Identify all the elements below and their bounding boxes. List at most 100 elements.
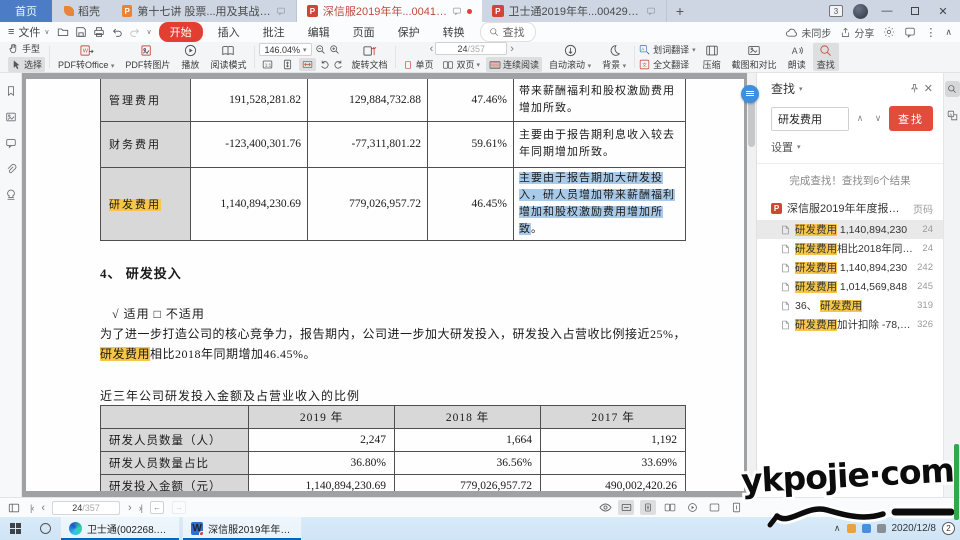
menu-tab-insert[interactable]: 插入 [210,23,248,41]
eye-protect-icon[interactable] [599,502,612,513]
fit-width-toggle[interactable] [618,500,634,515]
history-dropdown-icon[interactable]: ∨ [147,28,152,36]
collapse-ribbon-icon[interactable]: ∧ [945,27,952,38]
read-mode-button[interactable]: 阅读模式 [206,43,250,71]
find-result-item[interactable]: 研发费用 1,140,894,230 242 [757,258,943,277]
pin-panel-icon[interactable] [909,83,920,94]
comment-panel-icon[interactable] [5,137,17,149]
hand-tool-button[interactable]: 手型 [8,42,45,55]
zoom-in-icon[interactable] [329,44,340,55]
zoom-level-select[interactable]: 146.04%▾ [259,43,311,56]
actual-size-button[interactable]: 1:1 [259,58,276,71]
thumbnail-image-icon[interactable] [5,111,17,123]
redo-icon[interactable] [129,26,141,38]
tray-expand-icon[interactable]: ∧ [834,523,841,534]
more-menu-icon[interactable]: ⋮ [925,26,936,39]
menu-tab-edit[interactable]: 编辑 [300,23,338,41]
prev-page-button[interactable]: ‹ [41,502,44,514]
translate-panel-toggle[interactable]: A [945,107,960,123]
maximize-button[interactable] [906,3,924,19]
feedback-bubble-icon[interactable] [904,26,916,38]
prev-page-button[interactable]: ‹ [430,43,433,55]
next-page-button[interactable]: › [128,502,131,514]
find-result-item[interactable]: 研发费用相比2018年同期增加 24 [757,239,943,258]
taskbar-app-edge[interactable]: 卫士通(002268.S... [60,517,180,540]
find-previous-button[interactable]: ∧ [853,108,867,130]
prev-view-button[interactable]: ← [150,501,164,514]
seal-stamp-icon[interactable] [5,189,17,201]
new-tab-button[interactable]: + [667,0,693,22]
start-button[interactable] [0,517,30,540]
gear-icon[interactable] [883,26,895,38]
find-result-item[interactable]: 研发费用加计扣除 -78,049,9 326 [757,315,943,334]
user-avatar[interactable] [853,4,868,19]
select-tool-button[interactable]: 选择 [8,57,45,72]
actual-size-toggle[interactable] [706,500,722,515]
find-settings-dropdown[interactable]: 设置 ▾ [757,137,943,164]
cortana-search-button[interactable] [30,517,60,540]
taskbar-app-wps[interactable]: W 深信服2019年年度... [182,517,302,540]
full-translate-button[interactable]: 文 全文翻译 [639,58,696,71]
read-aloud-button[interactable]: A 朗读 [784,43,810,71]
double-page-toggle[interactable] [662,500,678,515]
result-file-group[interactable]: P 深信服2019年年度报告202... 页码 [757,196,943,220]
find-panel-toggle[interactable] [945,81,960,97]
bookmark-icon[interactable] [5,85,17,97]
file-menu[interactable]: ≡ 文件 ∨ [8,24,50,40]
fit-width-button[interactable] [299,58,316,71]
menu-tab-protect[interactable]: 保护 [390,23,428,41]
rotate-right-icon[interactable] [333,59,344,70]
menu-tab-start[interactable]: 开始 [159,22,203,42]
notification-badge[interactable]: 2 [942,522,955,535]
pdf-to-office-button[interactable]: W PDF转Office ▾ [54,43,118,71]
play-button[interactable]: 播放 [177,43,203,71]
page-number-box[interactable]: 24/357 [435,42,507,55]
cloud-sync-status[interactable]: 未同步 [785,25,831,40]
close-panel-icon[interactable]: ✕ [924,82,933,95]
attachment-icon[interactable] [5,163,17,175]
fit-page-button[interactable] [279,58,296,71]
rotate-document-button[interactable]: 旋转文档 [347,43,391,71]
pdf-to-image-button[interactable]: PDF转图片 [121,43,174,71]
open-docs-count-badge[interactable]: 3 [829,5,843,17]
first-page-button[interactable]: |‹ [30,503,33,513]
background-button[interactable]: 背景 ▾ [598,43,630,71]
document-tab-ppt[interactable]: P 第十七讲 股票...用及其战略意义 [112,0,297,22]
tray-icon[interactable] [847,524,856,533]
save-icon[interactable] [75,26,87,38]
status-page-number-box[interactable]: 24/357 [52,501,120,515]
open-folder-icon[interactable] [57,26,69,38]
document-viewport[interactable]: 管理费用 191,528,281.82 129,884,732.88 47.46… [22,73,756,497]
single-page-toggle[interactable] [640,500,656,515]
home-tab[interactable]: 首页 [0,0,52,22]
find-result-item[interactable]: 研发费用 1,014,569,848 245 [757,277,943,296]
play-toggle[interactable] [684,500,700,515]
undo-icon[interactable] [111,26,123,38]
close-button[interactable]: ✕ [934,3,952,19]
tray-icon[interactable] [877,524,886,533]
find-result-item[interactable]: 研发费用 1,140,894,230 24 [757,220,943,239]
screenshot-compare-button[interactable]: 截图和对比 [728,43,781,71]
rotate-left-icon[interactable] [319,59,330,70]
find-button-toolbar[interactable]: 查找 [813,43,839,71]
menu-tab-page[interactable]: 页面 [345,23,383,41]
word-translate-button[interactable]: A 划词翻译▾ [639,43,696,56]
single-page-button[interactable]: 单页 [400,57,436,72]
last-page-button[interactable]: ›| [139,503,142,513]
double-page-button[interactable]: 双页▾ [439,57,483,72]
document-tab-active-pdf[interactable]: P 深信服2019年年...00415.pdf [297,0,482,22]
compress-button[interactable]: 压缩 [699,43,725,71]
vertical-scrollbar[interactable] [747,73,756,497]
continuous-read-button[interactable]: 连续阅读 [486,57,542,72]
document-tab-pdf-2[interactable]: P 卫士通2019年年...00429.pdf [482,0,667,22]
auto-scroll-button[interactable]: 自动滚动 ▾ [545,43,595,71]
menu-tab-annotate[interactable]: 批注 [255,23,293,41]
find-submit-button[interactable]: 查找 [889,106,933,131]
taskbar-date[interactable]: 2020/12/8 [892,523,937,534]
tray-icon[interactable] [862,524,871,533]
find-query-input[interactable]: 研发费用 [771,107,849,131]
zoom-out-icon[interactable] [315,44,326,55]
print-icon[interactable] [93,26,105,38]
menu-tab-convert[interactable]: 转换 [435,23,473,41]
sidebar-toggle-icon[interactable] [6,500,22,516]
